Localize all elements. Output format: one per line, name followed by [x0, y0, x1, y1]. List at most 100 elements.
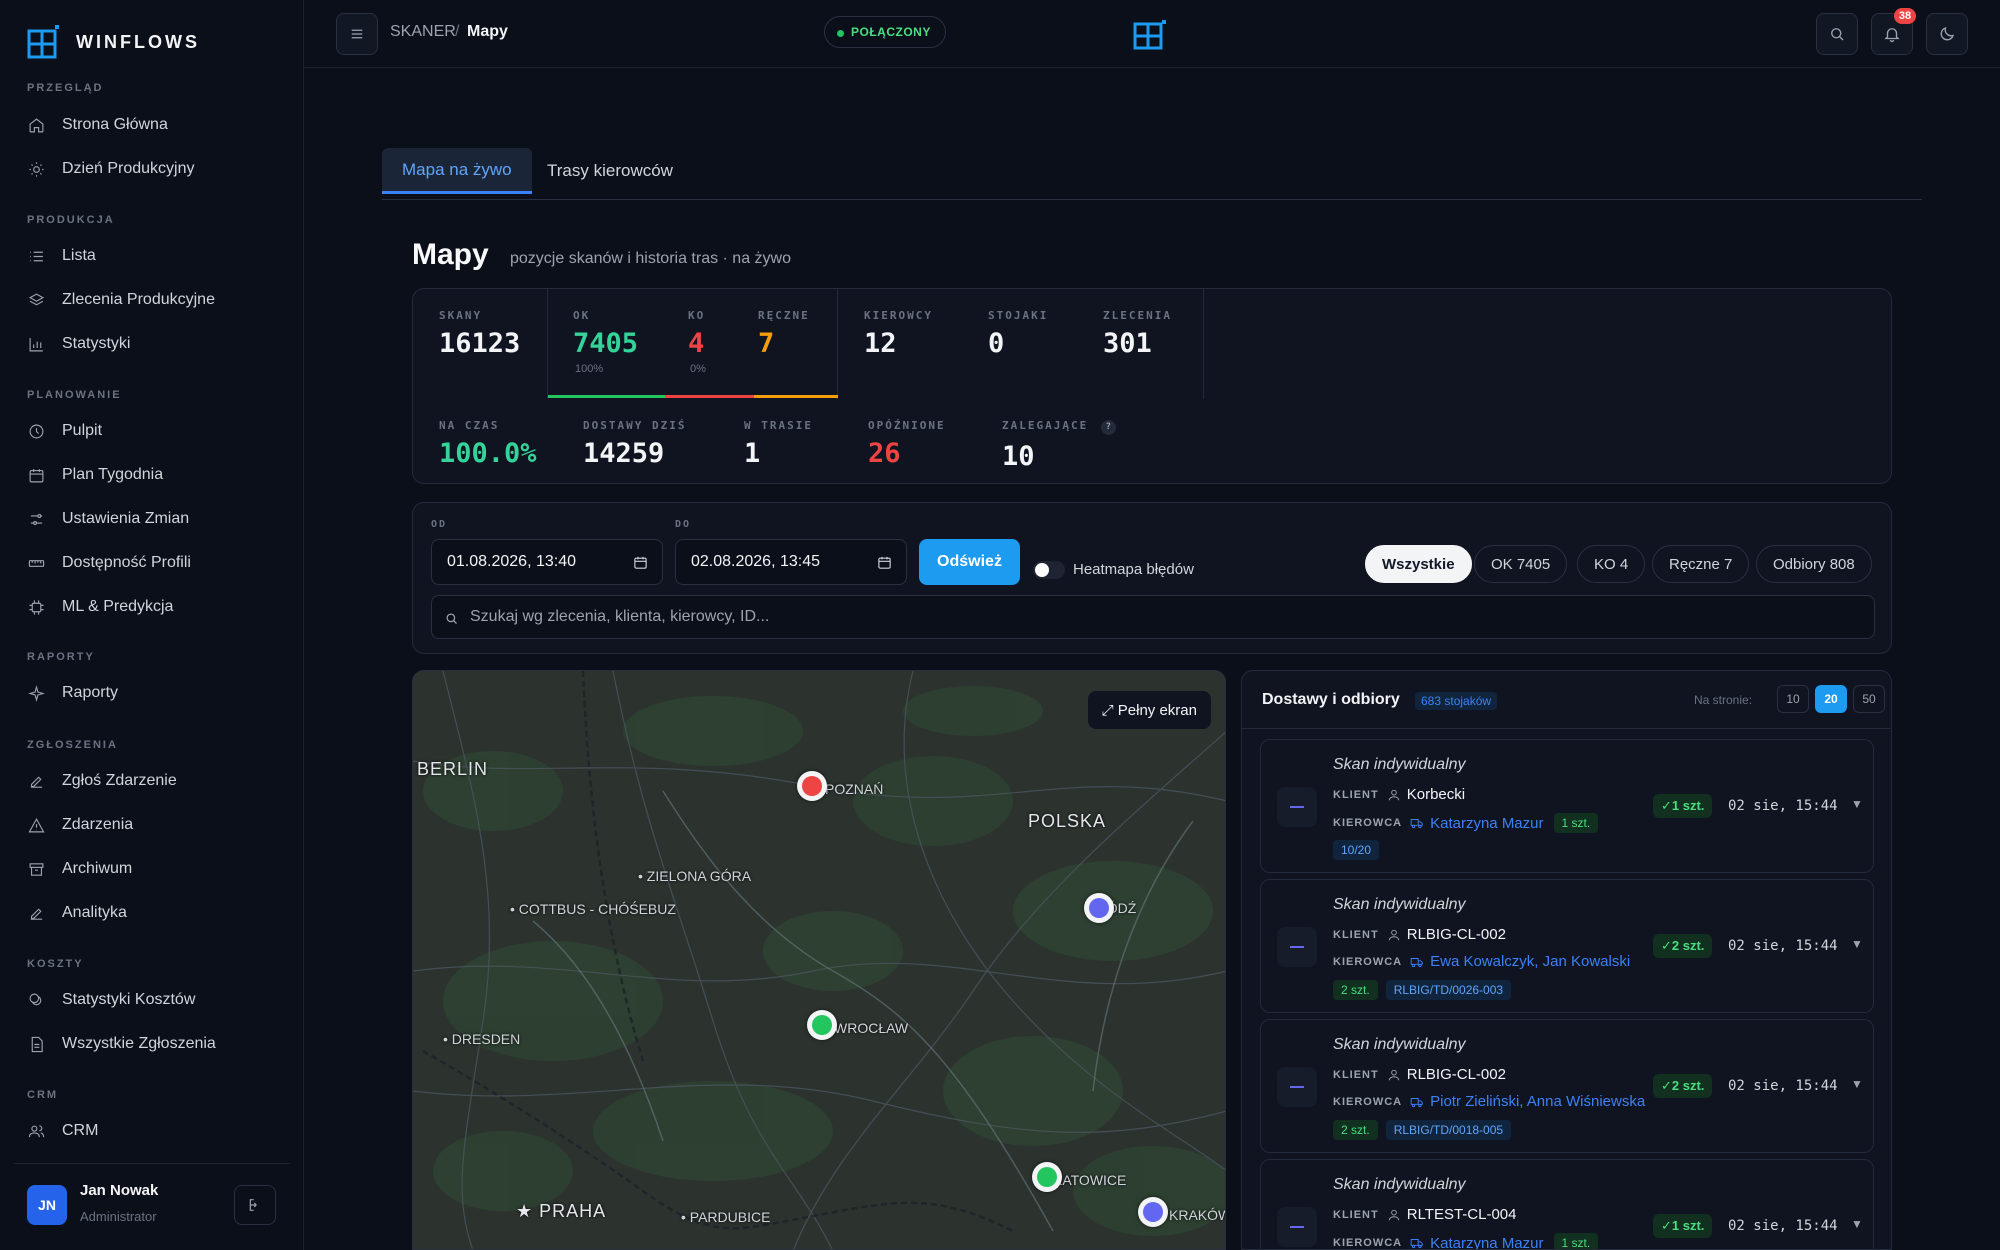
tab-driver-routes[interactable]: Trasy kierowców [527, 148, 693, 194]
app-name: WINFLOWS [76, 31, 200, 52]
brand[interactable]: WINFLOWS [27, 24, 200, 60]
sidebar-item-all-reports[interactable]: Wszystkie Zgłoszenia [14, 1025, 290, 1063]
scan-status-badge: ✓1 szt. [1653, 794, 1713, 818]
calendar-icon[interactable] [877, 555, 892, 570]
sidebar-item-production-day[interactable]: Dzień Produkcyjny [14, 150, 290, 188]
delivery-type: Skan indywidualny [1333, 756, 1466, 773]
page-size-20[interactable]: 20 [1815, 685, 1847, 713]
from-date-input[interactable]: 01.08.2026, 13:40 [431, 539, 663, 585]
page-size-10[interactable]: 10 [1777, 685, 1809, 713]
refresh-button[interactable]: Odśwież [919, 539, 1020, 585]
expand-caret-icon[interactable]: ▼ [1851, 1077, 1863, 1091]
map-marker-ok[interactable] [807, 1010, 837, 1040]
scan-status-badge: ✓2 szt. [1653, 934, 1713, 958]
sidebar-item-incidents[interactable]: Zdarzenia [14, 806, 290, 844]
sidebar-item-dashboard[interactable]: Pulpit [14, 412, 290, 450]
sidebar-item-archive[interactable]: Archiwum [14, 850, 290, 888]
driver-key: KIEROWCA [1333, 1237, 1403, 1249]
stat-value: 26 [868, 438, 901, 469]
person-icon [1388, 789, 1399, 800]
calendar-icon[interactable] [633, 555, 648, 570]
region-label: POLSKA [1028, 811, 1107, 831]
city-label: WROCŁAW [834, 1020, 909, 1036]
sidebar-item-ml-prediction[interactable]: ML & Predykcja [14, 588, 290, 626]
filter-chip-pickups[interactable]: Odbiory 808 [1756, 545, 1872, 583]
sidebar-item-label: Statystyki Kosztów [62, 991, 196, 1008]
logout-button[interactable] [234, 1185, 276, 1225]
heatmap-toggle[interactable] [1033, 561, 1065, 579]
sidebar-item-label: Statystyki [62, 335, 131, 352]
page-size-50[interactable]: 50 [1853, 685, 1885, 713]
section-label-costs: KOSZTY [27, 958, 84, 970]
map-background [413, 671, 1225, 1249]
driver-name[interactable]: Katarzyna Mazur [1430, 1235, 1543, 1250]
stat-ko: KO 4 0% [688, 309, 706, 375]
ruler-icon [28, 559, 45, 567]
sidebar-item-cost-statistics[interactable]: Statystyki Kosztów [14, 981, 290, 1019]
sidebar-item-production-orders[interactable]: Zlecenia Produkcyjne [14, 281, 290, 319]
search-input[interactable]: Szukaj wg zlecenia, klienta, kierowcy, I… [431, 595, 1875, 639]
client-row: KLIENT RLBIG-CL-002 [1333, 926, 1506, 943]
sidebar-item-profile-availability[interactable]: Dostępność Profili [14, 544, 290, 582]
fullscreen-button[interactable]: ⤢ Pełny ekran [1087, 691, 1211, 729]
delivery-card[interactable]: Skan indywidualny KLIENT RLBIG-CL-002 KI… [1260, 1019, 1874, 1153]
order-id-tag[interactable]: RLBIG/TD/0026-003 [1385, 980, 1512, 1000]
home-icon [29, 117, 44, 132]
from-date-label: OD [431, 519, 448, 530]
sidebar-item-list[interactable]: Lista [14, 237, 290, 275]
filter-chip-ko[interactable]: KO 4 [1577, 545, 1646, 583]
breadcrumb-parent[interactable]: SKANER [390, 23, 456, 41]
map-marker-pickup[interactable] [1084, 893, 1114, 923]
notifications-button[interactable]: 38 [1871, 8, 1916, 55]
sidebar-item-report-incident[interactable]: Zgłoś Zdarzenie [14, 762, 290, 800]
driver-name[interactable]: Ewa Kowalczyk, Jan Kowalski [1430, 953, 1630, 970]
menu-button[interactable] [336, 13, 378, 55]
to-date-input[interactable]: 02.08.2026, 13:45 [675, 539, 907, 585]
stat-on-time: NA CZAS 100.0% [439, 419, 537, 469]
expand-caret-icon[interactable]: ▼ [1851, 1217, 1863, 1231]
person-icon [1388, 929, 1399, 940]
live-map[interactable]: ⤢ Pełny ekran BERLIN POZNAŃ POLSKA • ZIE… [412, 670, 1226, 1250]
expand-caret-icon[interactable]: ▼ [1851, 937, 1863, 951]
avatar[interactable]: JN [27, 1185, 67, 1225]
help-icon[interactable]: ? [1100, 420, 1116, 435]
sidebar-item-analytics[interactable]: Analityka [14, 894, 290, 932]
delivery-card[interactable]: Skan indywidualny KLIENT RLBIG-CL-002 KI… [1260, 879, 1874, 1013]
map-marker-ko[interactable] [797, 771, 827, 801]
theme-toggle-button[interactable] [1926, 13, 1968, 55]
filter-chip-ok[interactable]: OK 7405 [1474, 545, 1568, 583]
racks-count-badge: 683 stojaków [1415, 692, 1498, 710]
sidebar-item-week-plan[interactable]: Plan Tygodnia [14, 456, 290, 494]
tab-live-map[interactable]: Mapa na żywo [382, 148, 532, 194]
search-button[interactable] [1816, 13, 1858, 55]
truck-icon [1410, 819, 1423, 829]
driver-name[interactable]: Katarzyna Mazur [1430, 815, 1543, 832]
filter-chip-manual[interactable]: Ręczne 7 [1652, 545, 1750, 583]
expand-caret-icon[interactable]: ▼ [1851, 797, 1863, 811]
order-id-tag[interactable]: RLBIG/TD/0018-005 [1385, 1120, 1512, 1140]
sidebar-item-home[interactable]: Strona Główna [14, 106, 290, 144]
driver-name[interactable]: Piotr Zieliński, Anna Wiśniewska [1430, 1093, 1645, 1110]
delivery-card[interactable]: Skan indywidualny KLIENT RLTEST-CL-004 K… [1260, 1159, 1874, 1250]
stat-label-text: ZALEGAJĄCE [1002, 419, 1089, 432]
sidebar-item-label: Strona Główna [62, 116, 168, 133]
breadcrumb-separator: / [455, 23, 460, 40]
map-marker-pickup[interactable] [1138, 1197, 1168, 1227]
section-label-reports: RAPORTY [27, 651, 95, 663]
sidebar-item-reports[interactable]: Raporty [14, 674, 290, 712]
sidebar-item-shift-settings[interactable]: Ustawienia Zmian [14, 500, 290, 538]
filter-chip-all[interactable]: Wszystkie [1365, 545, 1472, 583]
sidebar-item-crm[interactable]: CRM [14, 1112, 290, 1150]
client-name: RLBIG-CL-002 [1406, 926, 1506, 943]
truck-icon [1410, 1097, 1423, 1107]
delivery-card[interactable]: Skan indywidualny KLIENT Korbecki KIEROW… [1260, 739, 1874, 873]
client-key: KLIENT [1333, 1068, 1379, 1081]
stat-sub: 0% [690, 363, 706, 375]
rack-progress-tag: 10/20 [1333, 840, 1380, 860]
stat-sub: 100% [575, 363, 604, 375]
stat-value: 4 [688, 328, 705, 359]
scan-status-badge: ✓1 szt. [1653, 1214, 1713, 1238]
delivery-type-icon [1277, 787, 1317, 827]
map-marker-ok[interactable] [1032, 1162, 1062, 1192]
sidebar-item-statistics[interactable]: Statystyki [14, 325, 290, 363]
